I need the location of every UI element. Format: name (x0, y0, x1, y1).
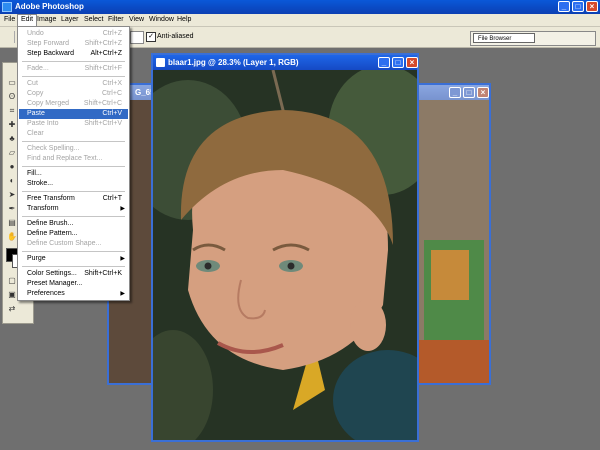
submenu-arrow-icon: ▶ (120, 206, 125, 212)
maximize-icon[interactable]: □ (572, 1, 584, 12)
menu-file[interactable]: File (1, 15, 18, 25)
menu-item-preferences[interactable]: Preferences ▶ (19, 289, 128, 299)
app-titlebar: Adobe Photoshop _ □ × (0, 0, 600, 14)
document-maximize-icon[interactable]: □ (392, 57, 404, 68)
edit-menu-dropdown: Undo Ctrl+Z Step Forward Shift+Ctrl+Z Step… (17, 26, 130, 301)
document-title: blaar1.jpg @ 28.3% (Layer 1, RGB) (168, 58, 299, 67)
menu-separator (22, 76, 125, 77)
menu-item-color-settings[interactable]: Color Settings... Shift+Ctrl+K (19, 269, 128, 279)
antialias-checkbox[interactable]: ✓ (146, 32, 156, 42)
document-icon (156, 58, 165, 67)
menu-item-define-brush[interactable]: Define Brush... (19, 219, 128, 229)
photoshop-icon (2, 2, 12, 12)
tool-preset-icon[interactable] (4, 31, 15, 43)
menu-item-paste[interactable]: Paste Ctrl+V (19, 109, 128, 119)
menu-item-fill[interactable]: Fill... (19, 169, 128, 179)
menu-item-stroke[interactable]: Stroke... (19, 179, 128, 189)
menu-image[interactable]: Image (34, 15, 59, 25)
menu-separator (22, 266, 125, 267)
document-canvas[interactable] (153, 70, 417, 440)
menu-separator (22, 61, 125, 62)
menu-item-free-transform[interactable]: Free Transform Ctrl+T (19, 194, 128, 204)
menu-item-preset-manager[interactable]: Preset Manager... (19, 279, 128, 289)
menu-item-check-spelling[interactable]: Check Spelling... (19, 144, 128, 154)
menu-item-define-custom-shape[interactable]: Define Custom Shape... (19, 239, 128, 249)
file-browser-tab[interactable]: File Browser (473, 33, 535, 43)
document-titlebar[interactable]: blaar1.jpg @ 28.3% (Layer 1, RGB) _ □ × (153, 55, 418, 70)
menu-view[interactable]: View (126, 15, 147, 25)
submenu-arrow-icon: ▶ (120, 256, 125, 262)
menu-item-purge[interactable]: Purge ▶ (19, 254, 128, 264)
menu-layer[interactable]: Layer (58, 15, 82, 25)
background-maximize-icon[interactable]: □ (463, 87, 475, 98)
menu-separator (22, 141, 125, 142)
menu-item-step-forward[interactable]: Step Forward Shift+Ctrl+Z (19, 39, 128, 49)
close-icon[interactable]: × (586, 1, 598, 12)
minimize-icon[interactable]: _ (558, 1, 570, 12)
menu-item-find-replace[interactable]: Find and Replace Text... (19, 154, 128, 164)
jump-to-imageready-icon[interactable]: ⇄ (6, 303, 18, 314)
menu-window[interactable]: Window (146, 15, 177, 25)
menu-item-fade[interactable]: Fade... Shift+Ctrl+F (19, 64, 128, 74)
menu-separator (22, 166, 125, 167)
app-title: Adobe Photoshop (15, 2, 84, 11)
menu-item-paste-into[interactable]: Paste Into Shift+Ctrl+V (19, 119, 128, 129)
menu-item-transform[interactable]: Transform ▶ (19, 204, 128, 214)
menu-help[interactable]: Help (174, 15, 194, 25)
document-minimize-icon[interactable]: _ (378, 57, 390, 68)
document-close-icon[interactable]: × (406, 57, 418, 68)
menu-filter[interactable]: Filter (105, 15, 127, 25)
antialias-label: Anti-aliased (157, 33, 194, 40)
menu-separator (22, 216, 125, 217)
menu-separator (22, 191, 125, 192)
palette-well: File Browser (470, 31, 596, 46)
menu-item-clear[interactable]: Clear (19, 129, 128, 139)
menu-item-define-pattern[interactable]: Define Pattern... (19, 229, 128, 239)
menu-item-step-backward[interactable]: Step Backward Alt+Ctrl+Z (19, 49, 128, 59)
menu-item-undo[interactable]: Undo Ctrl+Z (19, 29, 128, 39)
menu-separator (22, 251, 125, 252)
background-minimize-icon[interactable]: _ (449, 87, 461, 98)
menu-item-copy-merged[interactable]: Copy Merged Shift+Ctrl+C (19, 99, 128, 109)
menu-item-copy[interactable]: Copy Ctrl+C (19, 89, 128, 99)
submenu-arrow-icon: ▶ (120, 291, 125, 297)
document-window[interactable]: blaar1.jpg @ 28.3% (Layer 1, RGB) _ □ × (151, 53, 419, 442)
menu-item-cut[interactable]: Cut Ctrl+X (19, 79, 128, 89)
feather-field[interactable] (130, 31, 144, 44)
child-portrait-photo (153, 70, 417, 440)
background-close-icon[interactable]: × (477, 87, 489, 98)
menu-select[interactable]: Select (81, 15, 106, 25)
